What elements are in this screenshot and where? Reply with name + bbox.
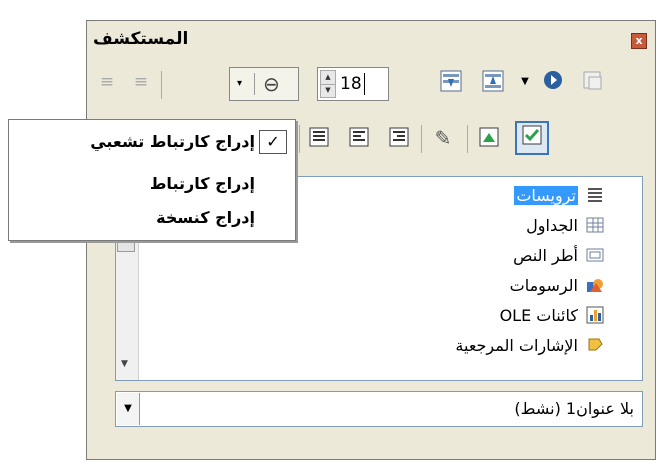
checkmark-icon: ✓ <box>259 130 287 154</box>
text-caret <box>364 73 365 95</box>
title-bar: المستكشف x <box>87 21 655 61</box>
close-button[interactable]: x <box>631 33 647 49</box>
toggle-icon[interactable] <box>539 69 567 97</box>
move-up-icon[interactable] <box>479 69 507 97</box>
document-select[interactable]: ▼ بلا عنوان1 (نشط) <box>115 391 643 427</box>
graphics-icon <box>584 274 606 296</box>
tree-item-label: كائنات OLE <box>499 305 578 325</box>
tree-item-label: ترويسات <box>514 185 578 205</box>
toolbar-separator <box>467 125 468 153</box>
move-down-icon[interactable] <box>437 69 465 97</box>
insert-icon[interactable] <box>385 125 413 153</box>
tree-item-label: الإشارات المرجعية <box>455 335 578 355</box>
bookmarks-icon <box>584 334 606 356</box>
demote-chapter-icon[interactable]: ≡ <box>93 69 121 97</box>
tree-item-headings[interactable]: ترويسات <box>514 182 606 208</box>
tables-icon <box>584 214 606 236</box>
toggle-content-view-button[interactable] <box>515 121 549 155</box>
toolbar-separator <box>299 125 300 153</box>
spin-down-button[interactable]: ▼ <box>321 84 335 97</box>
promote-level-icon[interactable] <box>305 125 333 153</box>
chain-link-icon: ⊖ <box>263 72 280 96</box>
heading-levels-value[interactable]: 18 <box>340 74 362 94</box>
tree-item-tables[interactable]: الجداول <box>526 212 606 238</box>
headings-icon <box>584 184 606 206</box>
toolbar-separator <box>161 71 162 99</box>
heading-levels-spinbox[interactable]: ▲ ▼ 18 <box>317 67 389 101</box>
document-select-value: بلا عنوان1 (نشط) <box>514 399 634 418</box>
menu-item-insert-as-copy[interactable]: إدراج كنسخة <box>156 204 255 232</box>
tree-item-bookmarks[interactable]: الإشارات المرجعية <box>455 332 606 358</box>
drag-mode-dropdown[interactable]: ▾ ⊖ <box>229 67 299 101</box>
update-icon[interactable] <box>579 69 607 97</box>
promote-chapter-icon[interactable]: ≡ <box>127 69 155 97</box>
spin-buttons: ▲ ▼ <box>320 70 336 98</box>
menu-item-insert-as-link[interactable]: إدراج كارتباط <box>150 170 255 198</box>
window-title: المستكشف <box>93 29 189 49</box>
chevron-down-icon: ▾ <box>237 78 243 89</box>
spin-up-button[interactable]: ▲ <box>321 71 335 85</box>
menu-item-insert-as-hyperlink[interactable]: إدراج كارتباط تشعبي <box>90 128 255 156</box>
paperclip-icon[interactable]: ✎ <box>429 125 457 153</box>
tree-item-label: الجداول <box>526 215 578 235</box>
text-frames-icon <box>584 244 606 266</box>
show-hide-icon[interactable] <box>475 125 503 153</box>
tree-item-label: أطر النص <box>513 245 578 265</box>
tree-item-label: الرسومات <box>509 275 578 295</box>
demote-level-icon[interactable] <box>345 125 373 153</box>
chevron-down-icon[interactable]: ▼ <box>117 393 140 425</box>
drag-mode-menu: ✓ إدراج كارتباط تشعبي إدراج كارتباط إدرا… <box>8 119 296 241</box>
toolbar-separator <box>421 125 422 153</box>
combo-separator <box>254 73 255 95</box>
tree-item-ole-objects[interactable]: كائنات OLE <box>500 302 606 328</box>
scroll-down-icon[interactable]: ▼ <box>121 359 128 369</box>
tree-item-graphics[interactable]: الرسومات <box>510 272 606 298</box>
tree-item-text-frames[interactable]: أطر النص <box>513 242 606 268</box>
chevron-down-icon[interactable]: ▼ <box>511 69 539 97</box>
ole-objects-icon <box>584 304 606 326</box>
